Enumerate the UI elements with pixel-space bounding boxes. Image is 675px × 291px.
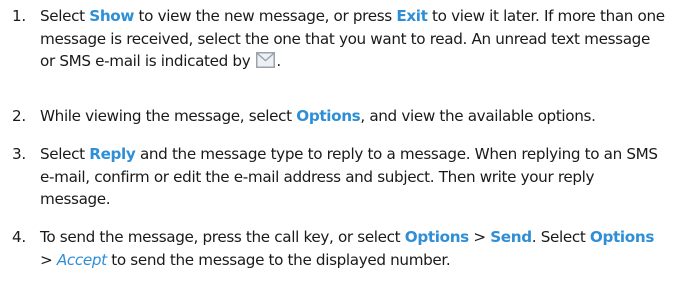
text-run: Select <box>40 145 90 163</box>
step-number: 3. <box>12 145 26 163</box>
step-text: Select Reply and the message type to rep… <box>40 143 665 211</box>
text-run: While viewing the message, select <box>40 107 297 125</box>
step-number: 4. <box>12 228 26 246</box>
text-run: To send the message, press the call key,… <box>40 228 405 246</box>
options-keyword: Options <box>296 107 361 125</box>
step-text: While viewing the message, select Option… <box>40 105 665 128</box>
send-keyword: Send <box>490 228 532 246</box>
step-text: To send the message, press the call key,… <box>40 226 665 271</box>
exit-keyword: Exit <box>396 7 428 25</box>
show-keyword: Show <box>89 7 135 25</box>
text-run: . <box>276 52 281 70</box>
step-number: 1. <box>12 7 26 25</box>
text-run: Select <box>40 7 90 25</box>
text-run: , and view the available options. <box>360 107 596 125</box>
text-run: to view the new message, or press <box>134 7 397 25</box>
text-run: > <box>468 228 491 246</box>
options-keyword: Options <box>589 228 655 246</box>
step-number: 2. <box>12 107 26 125</box>
unread-message-icon <box>256 52 276 68</box>
text-run: > <box>40 250 57 269</box>
options-keyword: Options <box>404 228 469 246</box>
step-text: Select Show to view the new message, or … <box>40 5 665 73</box>
accept-keyword: Accept <box>56 250 107 269</box>
text-run: . Select <box>531 228 590 246</box>
text-run: to send the message to the displayed num… <box>106 250 451 269</box>
reply-keyword: Reply <box>89 145 136 163</box>
